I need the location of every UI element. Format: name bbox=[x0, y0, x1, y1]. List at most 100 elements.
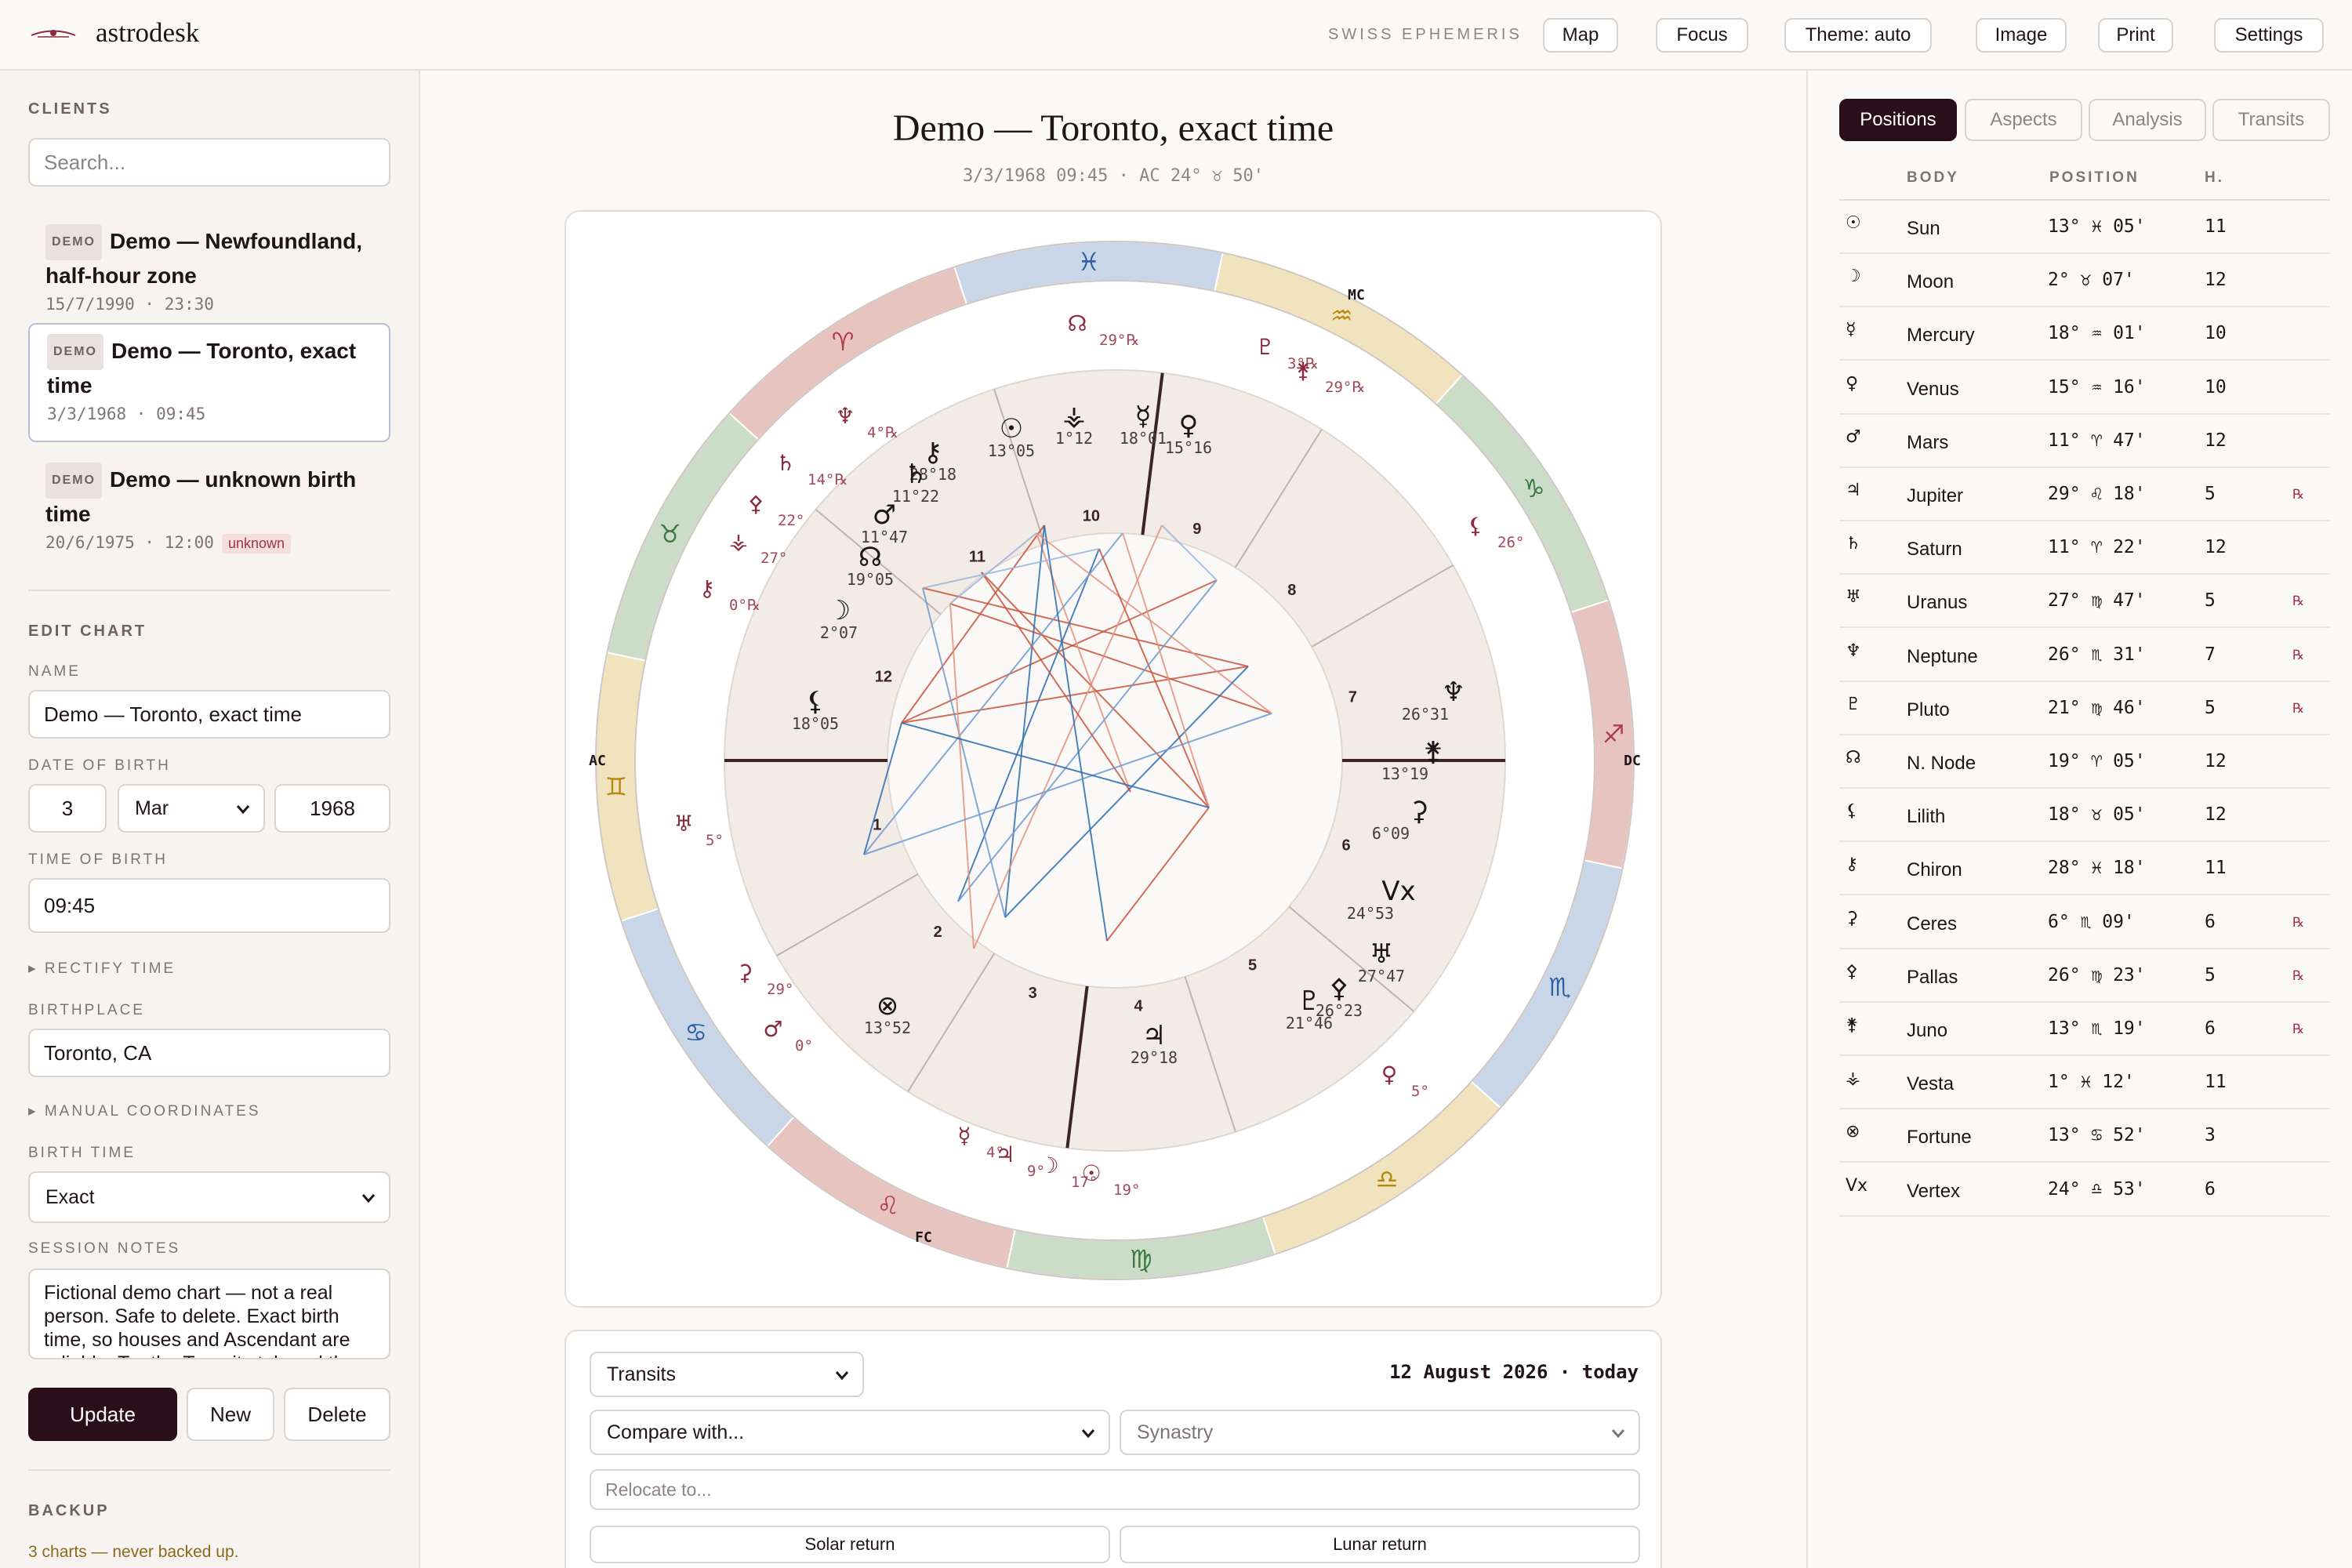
solar-return-button[interactable]: Solar return bbox=[590, 1526, 1110, 1563]
position-row[interactable]: ⚶ Vesta 1° ♓ 12' 11 bbox=[1839, 1056, 2330, 1110]
relocate-input[interactable]: Relocate to... bbox=[590, 1469, 1640, 1510]
focus-button[interactable]: Focus bbox=[1656, 18, 1748, 53]
update-button[interactable]: Update bbox=[28, 1388, 177, 1441]
transit-controls-card: Transits 12 August 2026 · today Compare … bbox=[564, 1330, 1662, 1568]
print-button[interactable]: Print bbox=[2098, 18, 2173, 53]
house-number: 6 bbox=[2205, 1178, 2216, 1200]
transit-planet-icon: ☽ bbox=[1039, 1152, 1058, 1178]
map-button[interactable]: Map bbox=[1543, 18, 1618, 53]
position-row[interactable]: ♄ Saturn 11° ♈ 22' 12 bbox=[1839, 521, 2330, 575]
planet-glyph-icon: ☿ bbox=[1846, 320, 1857, 340]
position-row[interactable]: ⚴ Pallas 26° ♍ 23' 5 ℞ bbox=[1839, 949, 2330, 1003]
zodiac-sign-icon: ♍ bbox=[1130, 1244, 1152, 1274]
sidebar: CLIENTS Search... DEMO Demo — Newfoundlan… bbox=[0, 71, 420, 1568]
tab-transits[interactable]: Transits bbox=[2212, 99, 2330, 141]
synastry-select[interactable]: Synastry bbox=[1120, 1410, 1640, 1455]
chart-wheel[interactable]: ♈♉♊♋♌♍♎♏♐♑♒♓ 123456789101112AC DCMCFC ☉13… bbox=[566, 212, 1664, 1309]
birthplace-label: BIRTHPLACE bbox=[28, 1002, 145, 1018]
tob-field[interactable]: 09:45 bbox=[28, 878, 390, 933]
house-number: 6 bbox=[2205, 1018, 2216, 1039]
demo-badge: DEMO bbox=[45, 224, 102, 260]
session-notes-textarea[interactable]: Fictional demo chart — not a real person… bbox=[28, 1269, 390, 1359]
position-row[interactable]: ⚳ Ceres 6° ♏ 09' 6 ℞ bbox=[1839, 896, 2330, 949]
dob-month-select[interactable]: Mar bbox=[118, 784, 265, 833]
house-number: 12 bbox=[2205, 270, 2227, 291]
client-date: 20/6/1975 · 12:00 bbox=[45, 533, 214, 552]
position-row[interactable]: ☿ Mercury 18° ♒ 01' 10 bbox=[1839, 307, 2330, 361]
position-row[interactable]: ♀ Venus 15° ♒ 16' 10 bbox=[1839, 361, 2330, 415]
tab-analysis[interactable]: Analysis bbox=[2089, 99, 2206, 141]
name-field[interactable]: Demo — Toronto, exact time bbox=[28, 690, 390, 739]
natal-planet-icon: ⚶ bbox=[1063, 401, 1086, 432]
natal-degree-label: 6°09 bbox=[1372, 824, 1410, 843]
delete-button[interactable]: Delete bbox=[284, 1388, 390, 1441]
position-row[interactable]: ♆ Neptune 26° ♏ 31' 7 ℞ bbox=[1839, 629, 2330, 682]
position-value: 15° ♒ 16' bbox=[2048, 376, 2146, 397]
zodiac-sign-icon: ♐ bbox=[1602, 720, 1625, 750]
search-input[interactable]: Search... bbox=[28, 138, 390, 187]
position-value: 13° ♋ 52' bbox=[2048, 1125, 2146, 1146]
chevron-down-icon bbox=[236, 805, 250, 815]
position-row[interactable]: ☊ N. Node 19° ♈ 05' 12 bbox=[1839, 735, 2330, 789]
planet-glyph-icon: ⚵ bbox=[1846, 1015, 1859, 1035]
transit-degree-label: 14°℞ bbox=[808, 471, 848, 488]
transit-degree-label: 27° bbox=[760, 550, 787, 567]
tab-aspects[interactable]: Aspects bbox=[1965, 99, 2082, 141]
zodiac-sign-icon: ♑ bbox=[1523, 474, 1545, 503]
position-row[interactable]: ⚵ Juno 13° ♏ 19' 6 ℞ bbox=[1839, 1003, 2330, 1056]
transit-planet-icon: ⚶ bbox=[729, 528, 748, 554]
mode-select[interactable]: Transits bbox=[590, 1352, 864, 1397]
position-value: 6° ♏ 09' bbox=[2048, 911, 2135, 932]
dob-day-field[interactable]: 3 bbox=[28, 784, 107, 833]
position-row[interactable]: ♅ Uranus 27° ♍ 47' 5 ℞ bbox=[1839, 575, 2330, 629]
natal-degree-label: 15°16 bbox=[1165, 438, 1212, 457]
birth-time-select[interactable]: Exact bbox=[28, 1171, 390, 1223]
position-row[interactable]: ☉ Sun 13° ♓ 05' 11 bbox=[1839, 201, 2330, 254]
body-name: Vertex bbox=[1907, 1180, 1961, 1202]
birthplace-field[interactable]: Toronto, CA bbox=[28, 1029, 390, 1077]
brand-name: astrodesk bbox=[96, 17, 200, 48]
planet-glyph-icon: ♅ bbox=[1846, 587, 1861, 608]
natal-planet-icon: ☽ bbox=[827, 595, 851, 626]
position-row[interactable]: ♂ Mars 11° ♈ 47' 12 bbox=[1839, 415, 2330, 468]
rectify-time-toggle[interactable]: ▸ RECTIFY TIME bbox=[28, 960, 176, 978]
client-item[interactable]: DEMO Demo — unknown birth time 20/6/1975 … bbox=[28, 453, 390, 563]
compare-select[interactable]: Compare with... bbox=[590, 1410, 1110, 1455]
position-value: 11° ♈ 22' bbox=[2048, 537, 2146, 558]
position-row[interactable]: Vx Vertex 24° ♎ 53' 6 bbox=[1839, 1163, 2330, 1217]
zodiac-sign-icon: ♊ bbox=[605, 771, 628, 801]
image-button[interactable]: Image bbox=[1976, 18, 2067, 53]
position-row[interactable]: ⚷ Chiron 28° ♓ 18' 11 bbox=[1839, 842, 2330, 896]
position-row[interactable]: ☽ Moon 2° ♉ 07' 12 bbox=[1839, 254, 2330, 308]
natal-degree-label: 18°05 bbox=[792, 714, 839, 733]
settings-button[interactable]: Settings bbox=[2214, 18, 2324, 53]
body-name: Uranus bbox=[1907, 592, 1968, 614]
position-row[interactable]: ⊗ Fortune 13° ♋ 52' 3 bbox=[1839, 1109, 2330, 1163]
transit-degree-label: 29° bbox=[767, 981, 793, 998]
theme-button[interactable]: Theme: auto bbox=[1784, 18, 1932, 53]
manual-coordinates-toggle[interactable]: ▸ MANUAL COORDINATES bbox=[28, 1102, 261, 1120]
body-name: Pluto bbox=[1907, 699, 1950, 720]
dob-month-value: Mar bbox=[135, 797, 169, 819]
position-row[interactable]: ♇ Pluto 21° ♍ 46' 5 ℞ bbox=[1839, 682, 2330, 735]
natal-planet-icon: ♄ bbox=[904, 459, 927, 490]
position-row[interactable]: ♃ Jupiter 29° ♌ 18' 5 ℞ bbox=[1839, 468, 2330, 521]
transit-planet-icon: ⚴ bbox=[748, 491, 764, 517]
zodiac-sign-icon: ♏ bbox=[1548, 972, 1571, 1002]
dob-year-field[interactable]: 1968 bbox=[274, 784, 390, 833]
house-number: 5 bbox=[2205, 484, 2216, 504]
client-item[interactable]: DEMO Demo — Newfoundland, half-hour zone … bbox=[28, 215, 390, 323]
transit-date: 12 August 2026 · today bbox=[1389, 1361, 1639, 1383]
transit-degree-label: 4°℞ bbox=[867, 424, 898, 441]
client-item-selected[interactable]: DEMO Demo — Toronto, exact time 3/3/1968 … bbox=[28, 323, 390, 442]
house-number: 12 bbox=[875, 669, 892, 686]
natal-planet-icon: ♅ bbox=[1370, 938, 1393, 970]
transit-degree-label: 0°℞ bbox=[729, 597, 760, 614]
lunar-return-button[interactable]: Lunar return bbox=[1120, 1526, 1640, 1563]
position-row[interactable]: ⚸ Lilith 18° ♉ 05' 12 bbox=[1839, 789, 2330, 843]
natal-degree-label: 13°52 bbox=[864, 1018, 911, 1037]
new-button[interactable]: New bbox=[187, 1388, 274, 1441]
backup-title: BACKUP bbox=[28, 1502, 110, 1519]
tab-positions[interactable]: Positions bbox=[1839, 99, 1957, 141]
position-value: 18° ♉ 05' bbox=[2048, 804, 2146, 826]
